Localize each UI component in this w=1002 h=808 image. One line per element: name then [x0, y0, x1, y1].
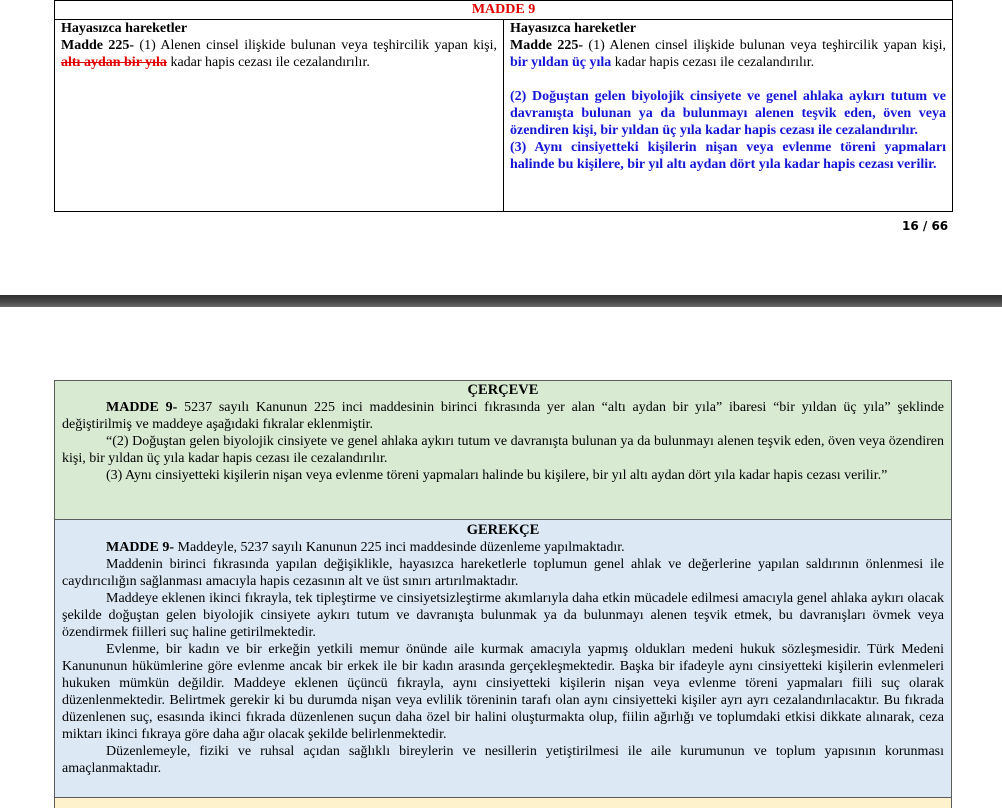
page-top: MADDE 9 Hayasızca hareketler Madde 225- … [0, 0, 1002, 295]
cerceve-paragraph-1: MADDE 9- 5237 sayılı Kanunun 225 inci ma… [62, 399, 944, 433]
gerekce-paragraph-2: Maddenin birinci fıkrasında yapılan deği… [62, 557, 944, 589]
old-text-before: (1) Alenen cinsel ilişkide bulunan veya … [134, 38, 497, 53]
gerekce-section: GEREKÇE MADDE 9- Maddeyle, 5237 sayılı K… [54, 520, 952, 798]
added-paragraph-2: (2) Doğuştan gelen biyolojik cinsiyete v… [510, 89, 947, 138]
next-section-edge [54, 798, 952, 808]
comparison-table: MADDE 9 Hayasızca hareketler Madde 225- … [53, 0, 954, 212]
article-header: MADDE 9 [53, 0, 954, 20]
old-text-cell: Hayasızca hareketler Madde 225- (1) Alen… [54, 19, 504, 212]
old-article-text: Madde 225- (1) Alenen cinsel ilişkide bu… [61, 37, 497, 71]
gerekce-paragraph-1: MADDE 9- Maddeyle, 5237 sayılı Kanunun 2… [62, 539, 944, 556]
gerekce-p1-text: Maddeyle, 5237 sayılı Kanunun 225 inci m… [174, 540, 625, 555]
added-paragraph-3: (3) Aynı cinsiyetteki kişilerin nişan ve… [510, 140, 947, 172]
struck-penalty: altı aydan bir yıla [61, 55, 167, 70]
new-madde-label: Madde 225- [510, 38, 584, 53]
new-penalty: bir yıldan üç yıla [510, 55, 612, 70]
cerceve-p1-text: 5237 sayılı Kanunun 225 inci maddesinin … [62, 400, 944, 432]
cerceve-title: ÇERÇEVE [467, 382, 539, 398]
cerceve-section: ÇERÇEVE MADDE 9- 5237 sayılı Kanunun 225… [54, 380, 952, 520]
new-text-after: kadar hapis cezası ile cezalandırılır. [611, 55, 815, 70]
gerekce-paragraph-5: Düzenlemeyle, fiziki ve ruhsal açıdan sa… [62, 744, 944, 776]
new-text-before: (1) Alenen cinsel ilişkide bulunan veya … [583, 38, 947, 53]
gerekce-paragraph-3: Maddeye eklenen ikinci fıkrayla, tek tip… [62, 591, 944, 640]
page-number: 16 / 66 [902, 219, 949, 233]
cerceve-paragraph-2: “(2) Doğuştan gelen biyolojik cinsiyete … [62, 434, 944, 466]
old-section-title: Hayasızca hareketler [61, 21, 188, 36]
gerekce-madde-label: MADDE 9- [106, 540, 175, 555]
page-divider [0, 295, 1002, 307]
new-article-text: Madde 225- (1) Alenen cinsel ilişkide bu… [510, 37, 946, 71]
gerekce-paragraph-4: Evlenme, bir kadın ve bir erkeğin yetkil… [62, 642, 944, 742]
cerceve-paragraph-3: (3) Aynı cinsiyetteki kişilerin nişan ve… [106, 468, 888, 483]
new-section-title: Hayasızca hareketler [510, 21, 637, 36]
old-madde-label: Madde 225- [61, 38, 135, 53]
cerceve-madde-label: MADDE 9- [106, 400, 178, 415]
gerekce-title: GEREKÇE [466, 522, 540, 538]
old-text-after: kadar hapis cezası ile cezalandırılır. [166, 55, 370, 70]
new-text-cell: Hayasızca hareketler Madde 225- (1) Alen… [502, 19, 954, 212]
